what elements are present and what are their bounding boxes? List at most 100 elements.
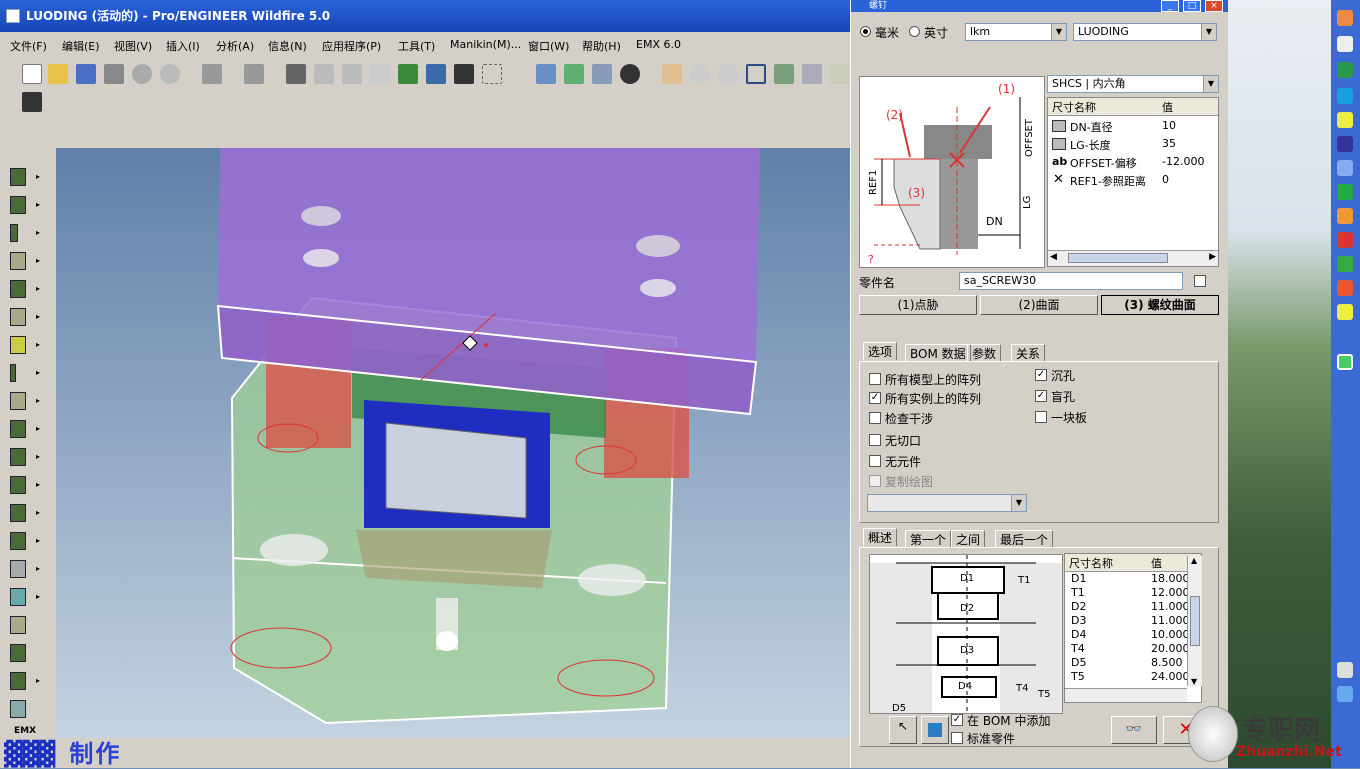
select-box-icon[interactable] (482, 64, 502, 84)
checkbox-pattern-all-instances[interactable]: ✓ (869, 392, 881, 404)
pin-icon[interactable]: ▸ (8, 334, 40, 356)
refit-icon[interactable] (746, 64, 766, 84)
app-icon[interactable] (1337, 354, 1353, 370)
close-button[interactable]: × (1205, 0, 1223, 12)
hole-dim-value[interactable]: 10.000 (1151, 628, 1190, 641)
plate-icon[interactable]: ▸ (8, 194, 40, 216)
component-icon[interactable] (8, 698, 30, 720)
table-row[interactable]: D5 8.500 (1065, 656, 1201, 670)
sprue-icon[interactable]: ▸ (8, 278, 40, 300)
save-icon[interactable] (76, 64, 96, 84)
tab-relations[interactable]: 关系 (1011, 344, 1046, 362)
scroll-thumb[interactable] (1190, 596, 1200, 646)
paste-icon[interactable] (342, 64, 362, 84)
tab-overview[interactable]: 概述 (863, 528, 898, 546)
unit-mm-radio[interactable] (860, 26, 871, 37)
checkbox-pattern-all-models[interactable] (869, 373, 881, 385)
regenerate-manager-icon[interactable] (426, 64, 446, 84)
hole-dim-value[interactable]: 12.000 (1151, 586, 1190, 599)
menu-applications[interactable]: 应用程序(P) (322, 38, 381, 54)
menu-view[interactable]: 视图(V) (114, 38, 152, 54)
assembly-dropdown[interactable]: LUODING ▼ (1073, 23, 1217, 41)
table-row[interactable]: OFFSET-偏移 -12.000 ab (1048, 154, 1218, 172)
lifter-icon[interactable]: ▸ (8, 474, 40, 496)
horizontal-scrollbar[interactable]: ◀ ▶ (1048, 250, 1218, 266)
ref-point-button[interactable]: (1)点胁 (859, 295, 977, 315)
supplier-dropdown[interactable]: lkm ▼ (965, 23, 1067, 41)
tab-parameters[interactable]: 参数 (967, 344, 1002, 362)
ie-icon[interactable] (1337, 88, 1353, 104)
dim-value[interactable]: 0 (1162, 173, 1169, 186)
scroll-down-icon[interactable]: ▼ (1191, 677, 1197, 686)
screw-type-dropdown[interactable]: SHCS | 内六角 ▼ (1047, 75, 1219, 93)
app-icon[interactable] (1337, 208, 1353, 224)
screw-icon[interactable]: ▸ (8, 306, 40, 328)
app-icon[interactable] (1337, 36, 1353, 52)
tab-options[interactable]: 选项 (863, 342, 898, 360)
checkbox-blind-hole[interactable]: ✓ (1035, 390, 1047, 402)
menu-info[interactable]: 信息(N) (268, 38, 307, 54)
table-row[interactable]: REF1-参照距离 0 ✕ (1048, 172, 1218, 190)
dim-value[interactable]: 35 (1162, 137, 1176, 150)
context-help-icon[interactable] (22, 92, 42, 112)
saved-views-icon[interactable] (802, 64, 822, 84)
table-row[interactable]: T5 24.000 (1065, 670, 1201, 684)
scroll-up-icon[interactable]: ▲ (1191, 556, 1197, 565)
checkbox-add-to-bom[interactable]: ✓ (951, 714, 963, 726)
table-row[interactable]: T1 12.000 (1065, 586, 1201, 600)
checkbox-standard-part[interactable] (951, 732, 963, 744)
tab-last[interactable]: 最后一个 (995, 530, 1054, 548)
support-icon[interactable]: ▸ (8, 530, 40, 552)
scroll-thumb[interactable] (1068, 253, 1168, 263)
ref-surface-button[interactable]: (2)曲面 (980, 295, 1098, 315)
app-icon[interactable] (1337, 160, 1353, 176)
table-row[interactable]: D3 11.000 (1065, 614, 1201, 628)
app-icon[interactable] (1337, 304, 1353, 320)
checkbox-single-plate[interactable] (1035, 411, 1047, 423)
stop-pin-icon[interactable]: ▸ (8, 390, 40, 412)
new-file-icon[interactable] (22, 64, 42, 84)
shield-icon[interactable] (1337, 62, 1353, 78)
scroll-left-icon[interactable]: ◀ (1050, 252, 1057, 262)
app-icon[interactable] (1337, 686, 1353, 702)
table-row[interactable]: DN-直径 10 (1048, 118, 1218, 136)
slider-icon[interactable]: ▸ (8, 446, 40, 468)
regenerate-icon[interactable] (398, 64, 418, 84)
menu-help[interactable]: 帮助(H) (582, 38, 621, 54)
menu-emx[interactable]: EMX 6.0 (636, 38, 681, 51)
mold-base-icon[interactable]: ▸ (8, 166, 40, 188)
app-icon[interactable] (1337, 136, 1353, 152)
hole-dim-value[interactable]: 11.000 (1151, 614, 1190, 627)
drawing-icon[interactable]: ▸ (8, 670, 40, 692)
pan-hand-icon[interactable] (662, 64, 682, 84)
table-row[interactable]: D1 18.000 (1065, 572, 1201, 586)
app-icon[interactable] (1337, 184, 1353, 200)
menu-file[interactable]: 文件(F) (10, 38, 47, 54)
latch-icon[interactable]: ▸ (8, 502, 40, 524)
scroll-right-icon[interactable]: ▶ (1209, 252, 1216, 262)
hole-dim-value[interactable]: 18.000 (1151, 572, 1190, 585)
tab-between[interactable]: 之间 (951, 530, 986, 548)
app-icon[interactable] (1337, 112, 1353, 128)
menu-manikin[interactable]: Manikin(M)... (450, 38, 521, 51)
spin-center-icon[interactable] (564, 64, 584, 84)
zoom-in-icon[interactable] (690, 64, 710, 84)
menu-window[interactable]: 窗口(W) (528, 38, 569, 54)
hole-dim-value[interactable]: 8.500 (1151, 656, 1183, 669)
part-name-input[interactable]: sa_SCREW30 (959, 272, 1183, 290)
hole-dim-value[interactable]: 11.000 (1151, 600, 1190, 613)
horizontal-scrollbar[interactable] (1065, 688, 1187, 702)
app-icon[interactable] (1337, 256, 1353, 272)
cooling-icon[interactable]: ▸ (8, 418, 40, 440)
checkbox-counterbore[interactable]: ✓ (1035, 369, 1047, 381)
tab-first[interactable]: 第一个 (905, 530, 952, 548)
display-style-icon[interactable] (620, 64, 640, 84)
menu-edit[interactable]: 编辑(E) (62, 38, 100, 54)
dowel-icon[interactable]: ▸ (8, 362, 40, 384)
table-row[interactable]: D4 10.000 (1065, 628, 1201, 642)
maximize-button[interactable]: □ (1183, 0, 1201, 12)
zoom-out-icon[interactable] (718, 64, 738, 84)
vertical-scrollbar[interactable]: ▲ ▼ (1187, 556, 1202, 686)
part-name-checkbox[interactable] (1194, 275, 1206, 287)
send-mail-icon[interactable] (132, 64, 152, 84)
